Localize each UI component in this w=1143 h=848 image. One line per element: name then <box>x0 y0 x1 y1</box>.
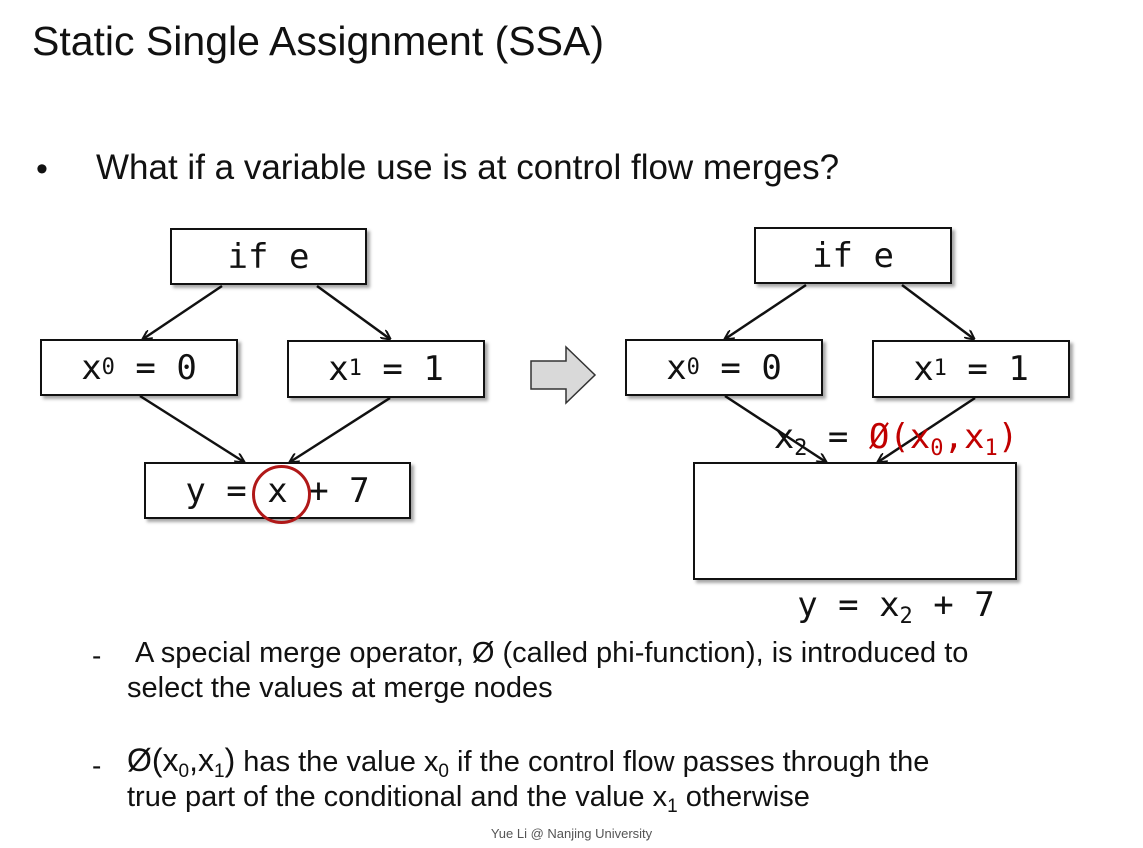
edge-left-if-to-x1 <box>316 284 390 339</box>
phi-function: Ø(x0,x1) <box>868 417 1019 461</box>
note-1-dash: - <box>92 640 102 671</box>
right-if-node: if e <box>754 227 952 284</box>
edge-left-x1-to-merge <box>290 396 391 462</box>
edge-left-x0-to-merge <box>139 394 244 462</box>
left-if-node: if e <box>170 228 367 285</box>
left-x1-node: x1 = 1 <box>287 340 485 398</box>
right-merge-node: x2 = Ø(x0,x1) y = x2 + 7 <box>693 417 1018 628</box>
footer-credit: Yue Li @ Nanjing University <box>490 826 653 841</box>
edge-right-if-to-x0 <box>725 283 807 339</box>
edge-right-if-to-x1 <box>901 284 974 339</box>
note-2-text: Ø(x0,x1) has the value x0 if the control… <box>127 742 930 817</box>
edge-left-if-to-x0 <box>143 284 223 339</box>
transform-arrow-icon <box>530 345 597 405</box>
phi-assignment: x2 = Ø(x0,x1) <box>773 417 1019 461</box>
use-highlight-circle <box>252 465 311 524</box>
note-2-dash: - <box>92 750 102 781</box>
note-1-text: A special merge operator, Ø (called phi-… <box>127 637 969 704</box>
left-x0-node: x0 = 0 <box>40 339 238 396</box>
